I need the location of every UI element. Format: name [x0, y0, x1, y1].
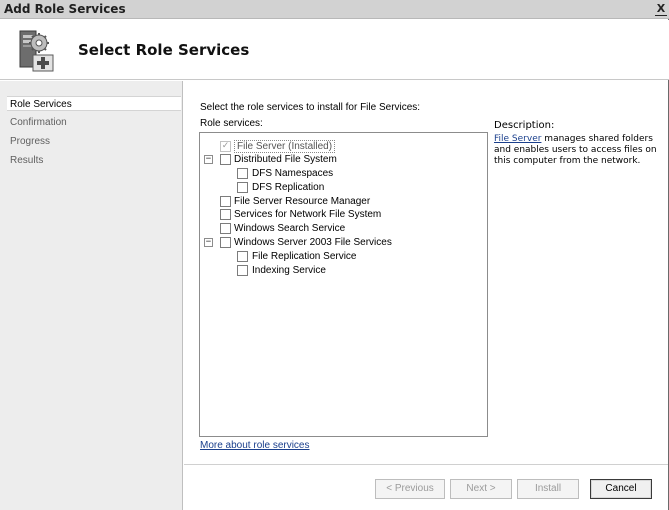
tree-label: Distributed File System: [234, 154, 337, 165]
description-title: Description:: [494, 120, 555, 131]
tree-label: File Server (Installed): [234, 140, 336, 153]
page-title: Select Role Services: [78, 41, 250, 59]
tree-row-dfs-namespaces[interactable]: DFS Namespaces: [200, 167, 487, 180]
step-results: Results: [10, 155, 44, 166]
tree-row-dfs-replication[interactable]: DFS Replication: [200, 181, 487, 194]
collapse-icon[interactable]: −: [204, 238, 213, 247]
close-icon[interactable]: X: [655, 1, 667, 16]
checkbox[interactable]: [220, 196, 231, 207]
tree-label: DFS Replication: [252, 182, 325, 193]
add-role-services-window: Add Role Services X Select Role Services…: [0, 0, 669, 510]
role-services-label: Role services:: [200, 118, 263, 129]
server-roles-icon: [19, 30, 54, 72]
collapse-icon[interactable]: −: [204, 155, 213, 164]
checkbox[interactable]: [220, 237, 231, 248]
tree-label: Windows Search Service: [234, 223, 346, 234]
tree-label: Indexing Service: [252, 265, 326, 276]
tree-label: File Server Resource Manager: [234, 196, 371, 207]
role-services-tree[interactable]: ✓ File Server (Installed) − Distributed …: [199, 132, 488, 437]
install-button[interactable]: Install: [517, 479, 579, 499]
tree-row-indexing-service[interactable]: Indexing Service: [200, 264, 487, 277]
checkbox[interactable]: [220, 154, 231, 165]
tree-row-file-server[interactable]: ✓ File Server (Installed): [200, 140, 487, 153]
title-bar[interactable]: Add Role Services X: [0, 0, 669, 19]
checkbox[interactable]: [220, 223, 231, 234]
tree-row-file-replication-service[interactable]: File Replication Service: [200, 250, 487, 263]
tree-row-distributed-file-system[interactable]: − Distributed File System: [200, 153, 487, 166]
main-panel: Select the role services to install for …: [184, 81, 668, 510]
description-text: File Server manages shared folders and e…: [494, 134, 666, 167]
tree-label: Services for Network File System: [234, 209, 382, 220]
tree-label: Windows Server 2003 File Services: [234, 237, 392, 248]
step-progress: Progress: [10, 136, 51, 147]
file-server-link[interactable]: File Server: [494, 134, 541, 144]
checkbox[interactable]: [220, 209, 231, 220]
wizard-header: Select Role Services: [0, 20, 669, 80]
window-title: Add Role Services: [4, 2, 126, 16]
tree-row-services-for-nfs[interactable]: Services for Network File System: [200, 208, 487, 221]
previous-button[interactable]: < Previous: [375, 479, 445, 499]
more-about-role-services-link[interactable]: More about role services: [200, 440, 310, 451]
next-button[interactable]: Next >: [450, 479, 512, 499]
footer-divider: [184, 464, 668, 465]
tree-label: File Replication Service: [252, 251, 357, 262]
wizard-steps-sidebar: Role Services Confirmation Progress Resu…: [0, 81, 183, 510]
checkbox[interactable]: [237, 168, 248, 179]
checkbox[interactable]: [237, 182, 248, 193]
tree-row-windows-server-2003-file-services[interactable]: − Windows Server 2003 File Services: [200, 236, 487, 249]
checkbox[interactable]: [237, 251, 248, 262]
checkbox[interactable]: [237, 265, 248, 276]
cancel-button[interactable]: Cancel: [590, 479, 652, 499]
tree-label: DFS Namespaces: [252, 168, 334, 179]
tree-row-windows-search-service[interactable]: Windows Search Service: [200, 222, 487, 235]
step-role-services[interactable]: Role Services: [7, 96, 181, 111]
tree-row-file-server-resource-manager[interactable]: File Server Resource Manager: [200, 195, 487, 208]
step-confirmation: Confirmation: [10, 117, 67, 128]
checkbox-checked-disabled: ✓: [220, 141, 231, 152]
intro-text: Select the role services to install for …: [200, 102, 421, 113]
